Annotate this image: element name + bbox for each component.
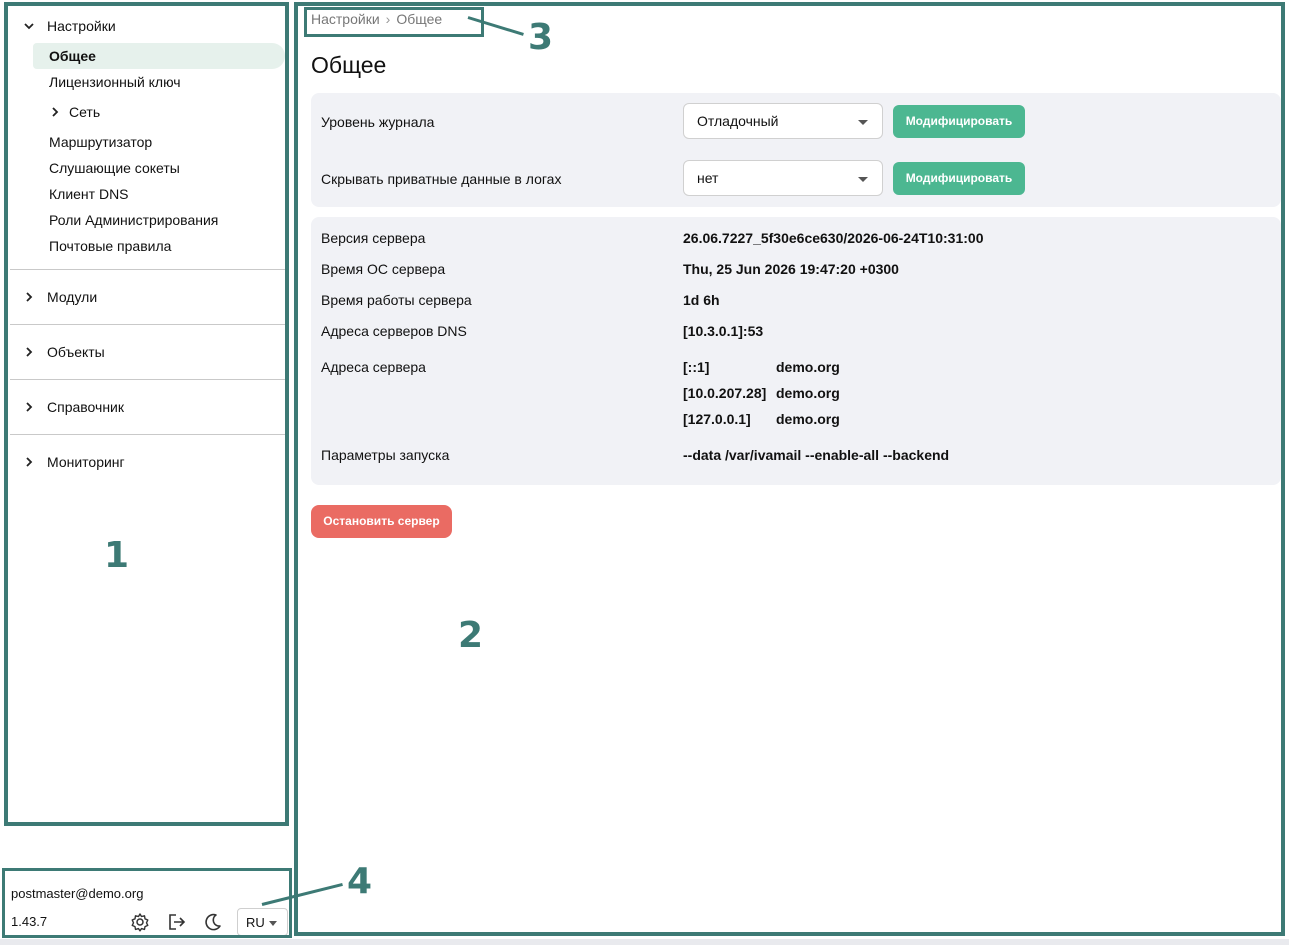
server-version-label: Версия сервера [321, 230, 426, 246]
annotation-number: 4 [347, 861, 373, 902]
breadcrumb-root[interactable]: Настройки [311, 11, 380, 27]
log-level-modify-button[interactable]: Модифицировать [893, 105, 1025, 138]
hide-private-label: Скрывать приватные данные в логах [321, 171, 562, 187]
chevron-right-icon [48, 105, 62, 119]
address-domain: demo.org [776, 359, 840, 375]
chevron-right-icon [22, 400, 36, 414]
log-level-label: Уровень журнала [321, 114, 435, 130]
address-domain: demo.org [776, 411, 840, 427]
sidebar-item-dns-client[interactable]: Клиент DNS [49, 186, 129, 202]
moon-icon[interactable] [203, 912, 223, 932]
sidebar-item-mail-rules[interactable]: Почтовые правила [49, 238, 171, 254]
gear-icon[interactable] [130, 912, 150, 932]
nav-group-objects[interactable]: Объекты [22, 344, 105, 360]
server-info-panel [311, 217, 1281, 485]
uptime-value: 1d 6h [683, 292, 720, 308]
sidebar-item-admin-roles[interactable]: Роли Администрирования [49, 212, 218, 228]
nav-group-monitoring[interactable]: Мониторинг [22, 454, 125, 470]
nav-group-modules[interactable]: Модули [22, 289, 97, 305]
os-time-label: Время ОС сервера [321, 261, 446, 277]
hide-private-select[interactable]: нет [683, 160, 883, 196]
bottom-strip [0, 939, 1289, 945]
dns-servers-value: [10.3.0.1]:53 [683, 323, 764, 339]
server-addresses-label: Адреса сервера [321, 359, 426, 375]
language-value: RU [246, 915, 265, 930]
caret-down-icon [858, 120, 868, 125]
divider [10, 324, 285, 325]
sidebar-item-label: Общее [49, 48, 96, 64]
nav-group-label: Настройки [47, 18, 116, 34]
hide-private-value: нет [697, 170, 719, 186]
app-version: 1.43.7 [11, 914, 48, 929]
server-version-value: 26.06.7227_5f30e6ce630/2026-06-24T10:31:… [683, 230, 984, 246]
page-title: Общее [311, 52, 387, 78]
chevron-right-icon [22, 345, 36, 359]
nav-group-settings[interactable]: Настройки [22, 18, 116, 34]
sidebar-item-general[interactable]: Общее [33, 43, 285, 69]
sidebar-item-router[interactable]: Маршрутизатор [49, 134, 152, 150]
log-level-value: Отладочный [697, 113, 779, 129]
nav-group-label: Объекты [47, 344, 105, 360]
sidebar-item-network[interactable]: Сеть [48, 104, 100, 120]
sidebar-item-listening-sockets[interactable]: Слушающие сокеты [49, 160, 180, 176]
breadcrumb: Настройки › Общее [311, 11, 442, 27]
launch-params-label: Параметры запуска [321, 447, 450, 463]
hide-private-modify-button[interactable]: Модифицировать [893, 162, 1025, 195]
launch-params-value: --data /var/ivamail --enable-all --backe… [683, 447, 950, 463]
nav-group-reference[interactable]: Справочник [22, 399, 124, 415]
divider [10, 434, 285, 435]
address-ip: [127.0.0.1] [683, 411, 751, 427]
breadcrumb-separator: › [385, 11, 391, 27]
address-ip: [10.0.207.28] [683, 385, 767, 401]
sidebar: Настройки Общее Лицензионный ключ Сеть М… [0, 0, 292, 945]
chevron-down-icon [22, 19, 36, 33]
address-ip: [::1] [683, 359, 710, 375]
sidebar-item-label: Сеть [69, 104, 101, 120]
annotation-number: 3 [528, 17, 554, 58]
current-user: postmaster@demo.org [11, 886, 144, 901]
log-level-select[interactable]: Отладочный [683, 103, 883, 139]
os-time-value: Thu, 25 Jun 2026 19:47:20 +0300 [683, 261, 899, 277]
annotation-number: 1 [104, 535, 130, 576]
sidebar-item-license-key[interactable]: Лицензионный ключ [49, 74, 181, 90]
breadcrumb-current: Общее [396, 11, 443, 27]
annotation-number: 2 [458, 615, 484, 656]
nav-group-label: Справочник [47, 399, 124, 415]
dns-servers-label: Адреса серверов DNS [321, 323, 467, 339]
language-select[interactable]: RU [237, 908, 288, 936]
logout-icon[interactable] [167, 912, 187, 932]
chevron-right-icon [22, 455, 36, 469]
uptime-label: Время работы сервера [321, 292, 472, 308]
divider [10, 379, 285, 380]
chevron-right-icon [22, 290, 36, 304]
divider [10, 269, 285, 270]
nav-group-label: Мониторинг [47, 454, 125, 470]
stop-server-button[interactable]: Остановить сервер [311, 505, 452, 538]
caret-down-icon [858, 177, 868, 182]
caret-down-icon [269, 921, 277, 926]
address-domain: demo.org [776, 385, 840, 401]
nav-group-label: Модули [47, 289, 98, 305]
